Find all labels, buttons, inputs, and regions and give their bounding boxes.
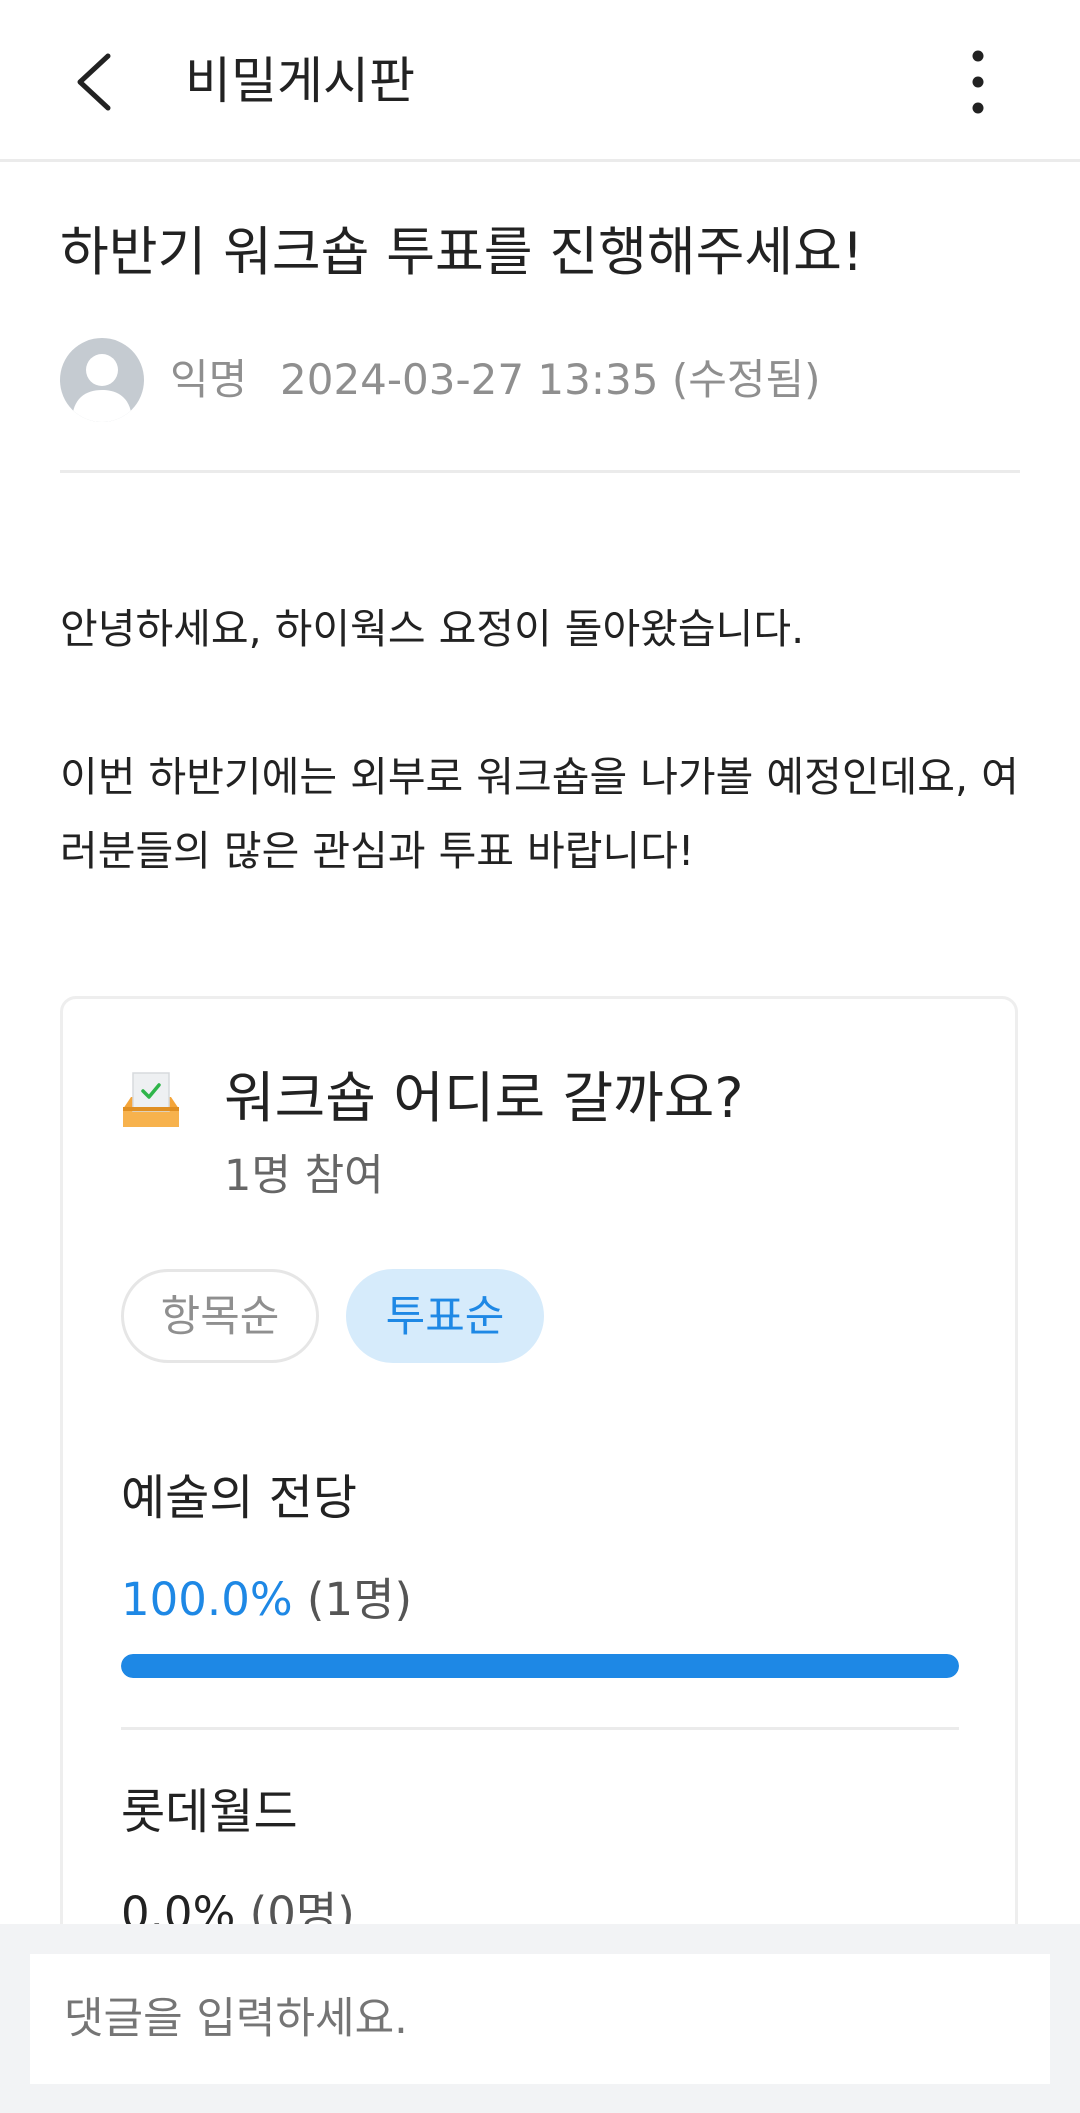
poll-option-name[interactable]: 롯데월드 [121, 1779, 298, 1845]
poll-option-count: (1명) [306, 1573, 413, 1626]
header-title: 비밀게시판 [185, 52, 415, 110]
poll-option-name[interactable]: 예술의 전당 [121, 1465, 357, 1531]
author-row: 익명 2024-03-27 13:35 (수정됨) [60, 338, 1020, 424]
poll-option-percent: 100.0% [121, 1573, 293, 1626]
post-body-paragraph: 이번 하반기에는 외부로 워크숍을 나가볼 예정인데요, 여러분들의 많은 관심… [60, 753, 1019, 875]
divider [60, 470, 1020, 473]
app-header: 비밀게시판 [0, 0, 1080, 162]
ballot-box-icon [123, 1072, 179, 1127]
author-name: 익명 [170, 355, 248, 404]
poll-question: 워크숍 어디로 갈까요? [224, 1066, 744, 1130]
user-avatar-icon [72, 354, 132, 422]
post-detail-screen: 비밀게시판 하반기 워크숍 투표를 진행해주세요! 익명 2024-03-27 … [0, 0, 1080, 2113]
back-button[interactable] [58, 40, 138, 124]
sort-by-votes-button[interactable]: 투표순 [346, 1269, 544, 1363]
sort-by-order-button[interactable]: 항목순 [121, 1269, 319, 1363]
poll-option-bar [121, 1654, 959, 1678]
avatar [60, 338, 144, 422]
poll-participant-count: 1명 참여 [224, 1151, 384, 1201]
more-vertical-icon [972, 50, 984, 114]
post-date: 2024-03-27 13:35 (수정됨) [280, 355, 821, 404]
comment-input[interactable] [30, 1954, 1050, 2084]
post-title: 하반기 워크숍 투표를 진행해주세요! [60, 222, 864, 283]
post-body-paragraph: 안녕하세요, 하이웍스 요정이 돌아왔습니다. [60, 605, 805, 653]
comment-bar [0, 1924, 1080, 2113]
divider [121, 1727, 959, 1730]
chevron-left-icon [77, 53, 111, 111]
poll-option-bar-fill [121, 1654, 959, 1678]
more-options-button[interactable] [940, 40, 1020, 124]
poll-option-result: 100.0% (1명) [121, 1569, 412, 1631]
